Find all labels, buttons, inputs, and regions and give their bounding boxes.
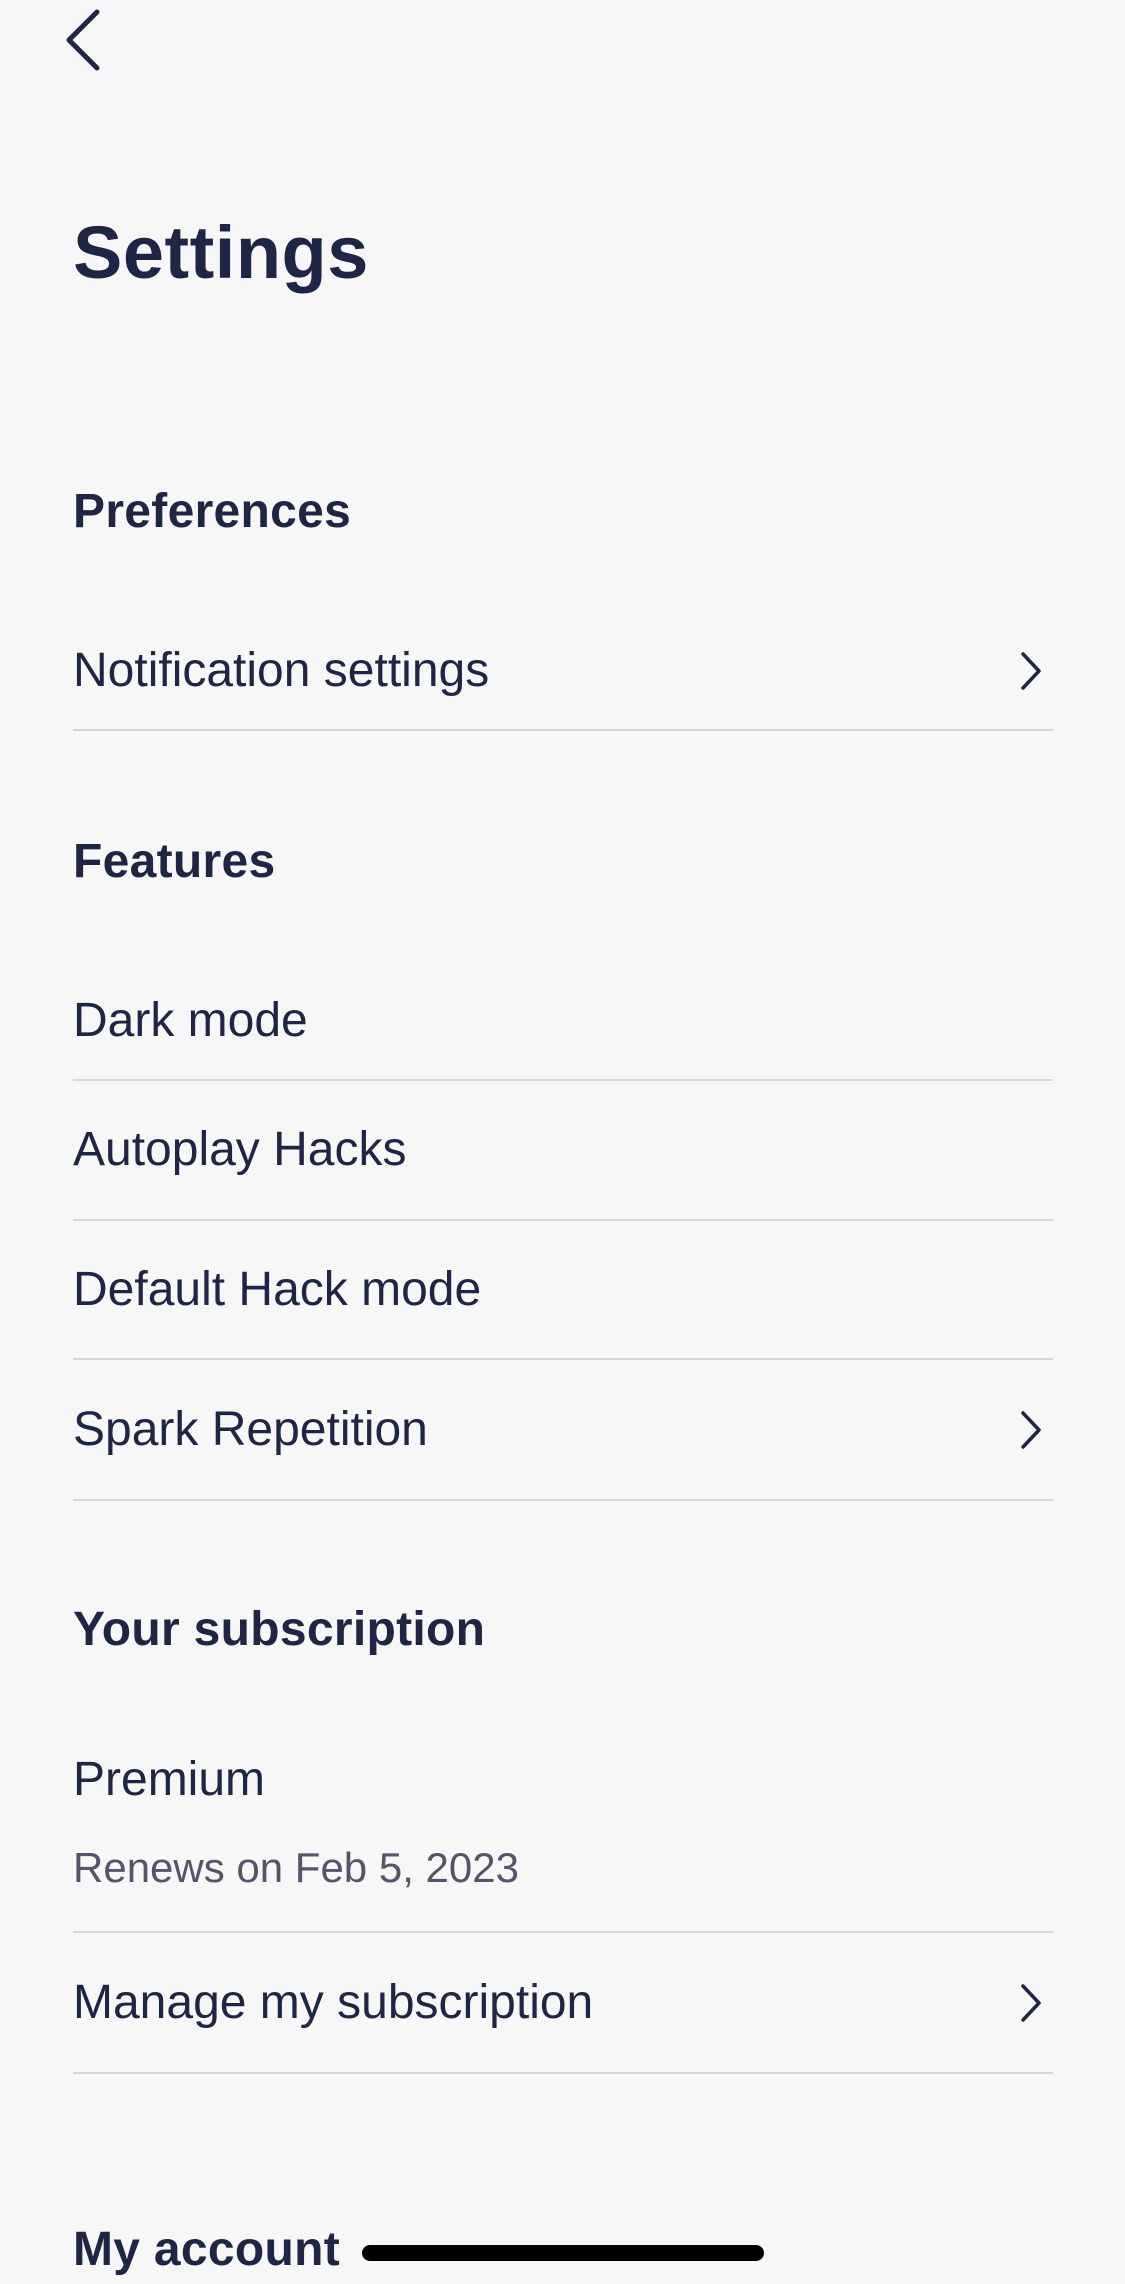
page-title: Settings (73, 211, 369, 294)
dark-mode-label: Dark mode (73, 994, 308, 1047)
notification-settings-label: Notification settings (73, 644, 490, 697)
home-indicator[interactable] (362, 2245, 764, 2261)
chevron-left-icon (66, 9, 100, 71)
notification-settings-row[interactable]: Notification settings (73, 613, 1053, 731)
manage-subscription-label: Manage my subscription (73, 1975, 594, 2029)
section-header-subscription: Your subscription (73, 1603, 486, 1656)
spark-repetition-label: Spark Repetition (73, 1402, 428, 1456)
subscription-plan: Premium (73, 1753, 266, 1806)
dark-mode-row[interactable]: Dark mode (73, 963, 1053, 1081)
subscription-info: Premium Renews on Feb 5, 2023 (73, 1750, 1053, 1933)
manage-subscription-row[interactable]: Manage my subscription (73, 1933, 1053, 2074)
default-hack-mode-label: Default Hack mode (73, 1262, 482, 1316)
chevron-right-icon (1021, 1410, 1041, 1449)
section-header-preferences: Preferences (73, 485, 352, 538)
section-header-my-account: My account (73, 2223, 341, 2276)
default-hack-mode-row[interactable]: Default Hack mode (73, 1221, 1053, 1360)
chevron-right-icon (1021, 652, 1041, 690)
section-header-features: Features (73, 835, 276, 888)
spark-repetition-row[interactable]: Spark Repetition (73, 1360, 1053, 1501)
autoplay-hacks-row[interactable]: Autoplay Hacks (73, 1081, 1053, 1221)
autoplay-hacks-label: Autoplay Hacks (73, 1123, 407, 1176)
chevron-right-icon (1021, 1983, 1041, 2022)
subscription-renewal-date: Renews on Feb 5, 2023 (73, 1844, 519, 1891)
back-button[interactable] (58, 6, 108, 74)
